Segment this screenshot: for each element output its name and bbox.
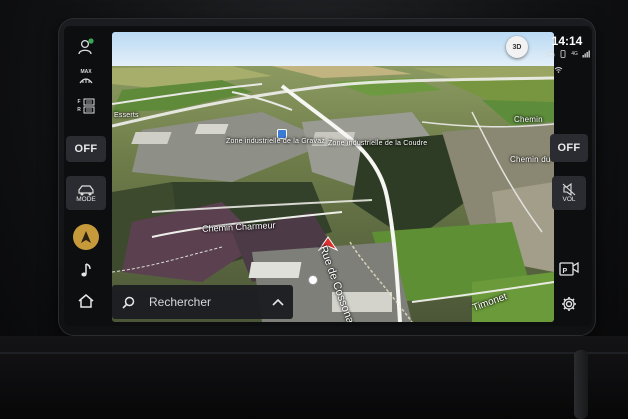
front-defrost-label: F (77, 99, 81, 105)
clock: 14:14 (551, 34, 583, 48)
navigation-arrow-icon (73, 224, 99, 250)
parking-camera-icon: P (559, 261, 579, 276)
map-label-chemin-du: Chemin du (510, 155, 551, 164)
profile-icon (78, 38, 94, 55)
dashboard (0, 336, 628, 419)
svg-text:P: P (563, 268, 568, 275)
parking-camera-button[interactable]: P (550, 256, 588, 280)
wifi-icon (554, 67, 563, 73)
music-button[interactable] (66, 258, 106, 282)
mode-label: MODE (76, 195, 96, 203)
network-label: 4G (571, 51, 578, 57)
chevron-up-icon[interactable] (271, 297, 285, 307)
search-placeholder: Rechercher (149, 295, 212, 309)
rear-defrost-label: R (77, 107, 81, 113)
drive-mode-button[interactable]: MODE (66, 176, 106, 210)
car-connect-icon (546, 51, 555, 57)
climate-off-right-button[interactable]: OFF (550, 134, 588, 162)
front-rear-defrost-button[interactable]: F R (66, 94, 106, 118)
map-label-chemin: Chemin (514, 115, 543, 124)
poi-marker[interactable] (308, 275, 318, 285)
map-label-esserts: Esserts (114, 112, 139, 119)
gear-icon (562, 297, 576, 311)
map-label-zone-gravaz: Zone industrielle de la Gravaz (226, 138, 325, 145)
infotainment-screen: Zone industrielle de la Gravaz Zone indu… (64, 26, 592, 326)
max-defrost-button[interactable]: MAX (66, 66, 106, 86)
vol-label: VOL (562, 196, 576, 203)
profile-button[interactable] (66, 36, 106, 58)
volume-mute-button[interactable]: VOL (552, 176, 586, 210)
search-icon (122, 296, 135, 309)
status-indicators: 4G (546, 50, 590, 58)
music-note-icon (81, 263, 91, 277)
settings-button[interactable] (550, 292, 588, 316)
wifi-indicator (554, 60, 563, 78)
navigation-map[interactable]: Zone industrielle de la Gravaz Zone indu… (112, 32, 554, 322)
home-button[interactable] (66, 288, 106, 314)
navigation-button[interactable] (66, 222, 106, 252)
climate-off-left-button[interactable]: OFF (66, 136, 106, 162)
defrost-icon (79, 77, 93, 83)
car-icon (78, 184, 94, 195)
view-3d-button[interactable]: 3D (506, 36, 528, 58)
search-bar[interactable]: Rechercher (112, 285, 293, 319)
speaker-mute-icon (562, 183, 576, 196)
phone-icon (560, 50, 566, 58)
car-cabin-photo: Zone industrielle de la Gravaz Zone indu… (0, 0, 628, 419)
dashboard-trim (0, 352, 628, 354)
signal-icon (582, 50, 590, 58)
map-label-zone-coudre: Zone industrielle de la Coudre (328, 140, 428, 147)
home-icon (78, 294, 94, 308)
front-defrost-icon (83, 98, 95, 106)
rear-defrost-icon (83, 106, 95, 114)
air-vent (574, 350, 588, 419)
